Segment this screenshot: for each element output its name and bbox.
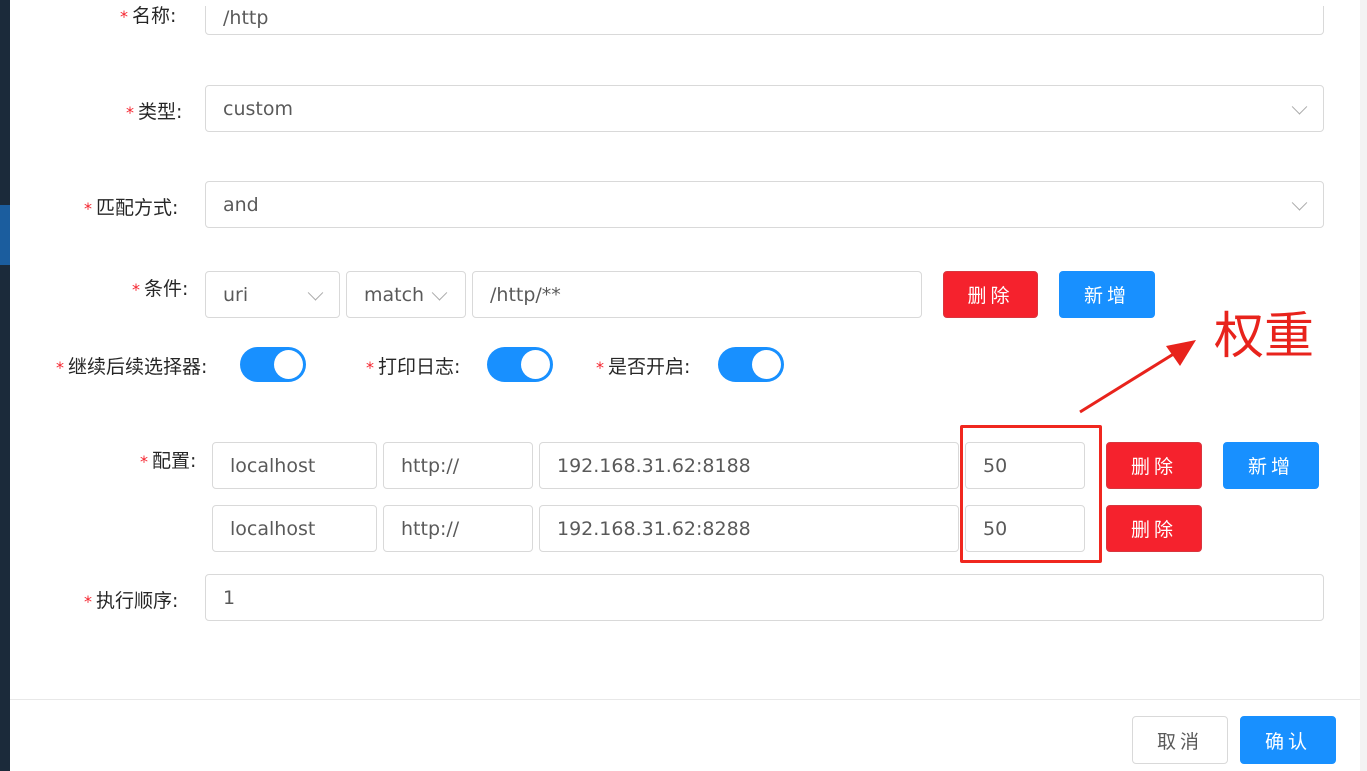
condition-value-text: /http/** — [490, 283, 561, 306]
background-table-edge — [1360, 0, 1367, 771]
match-mode-select-value: and — [223, 193, 259, 216]
config-host-value: localhost — [230, 454, 316, 477]
required-mark: * — [126, 103, 134, 122]
config-delete-label: 删除 — [1130, 519, 1177, 541]
log-switch[interactable] — [487, 347, 553, 382]
condition-add-button[interactable]: 新增 — [1059, 271, 1155, 318]
config-url-value: 192.168.31.62:8288 — [557, 517, 751, 540]
config-host-value: localhost — [230, 517, 316, 540]
chevron-down-icon — [431, 284, 448, 301]
continue-label-text: 继续后续选择器: — [68, 356, 208, 378]
continue-label: * 继续后续选择器: — [56, 352, 207, 379]
condition-value-input[interactable]: /http/** — [472, 271, 922, 318]
config-protocol-input[interactable]: http:// — [383, 442, 533, 489]
condition-add-label: 新增 — [1083, 285, 1130, 307]
background-sidebar — [0, 0, 10, 771]
condition-label-text: 条件: — [144, 278, 189, 300]
condition-param-type-value: uri — [223, 283, 249, 306]
config-add-label: 新增 — [1247, 456, 1294, 478]
condition-param-type-select[interactable]: uri — [205, 271, 340, 318]
name-label-text: 名称: — [132, 5, 177, 27]
order-input-value: 1 — [223, 586, 236, 609]
condition-operator-select[interactable]: match — [346, 271, 466, 318]
config-url-input[interactable]: 192.168.31.62:8188 — [539, 442, 959, 489]
order-label: * 执行顺序: — [84, 586, 178, 613]
weight-annotation: 权重 — [1214, 307, 1314, 365]
match-mode-label: * 匹配方式: — [84, 193, 178, 220]
config-label-text: 配置: — [152, 450, 197, 472]
required-mark: * — [56, 358, 64, 377]
required-mark: * — [132, 280, 140, 299]
enabled-label-text: 是否开启: — [608, 356, 691, 378]
required-mark: * — [596, 358, 604, 377]
type-label-text: 类型: — [138, 101, 183, 123]
modal-top-edge — [10, 0, 1360, 6]
background-sidebar-active-item — [0, 205, 10, 265]
enabled-label: * 是否开启: — [596, 352, 690, 379]
type-label: * 类型: — [126, 97, 182, 124]
config-host-input[interactable]: localhost — [212, 442, 377, 489]
name-input-value: /http — [223, 6, 269, 29]
order-label-text: 执行顺序: — [96, 590, 179, 612]
switch-knob — [752, 350, 781, 379]
condition-delete-button[interactable]: 删除 — [943, 271, 1038, 318]
match-mode-select[interactable]: and — [205, 181, 1324, 228]
config-url-value: 192.168.31.62:8188 — [557, 454, 751, 477]
switch-knob — [521, 350, 550, 379]
required-mark: * — [84, 199, 92, 218]
confirm-label: 确认 — [1264, 730, 1311, 753]
config-delete-button[interactable]: 删除 — [1106, 442, 1202, 489]
required-mark: * — [366, 358, 374, 377]
config-protocol-value: http:// — [401, 517, 460, 540]
chevron-down-icon — [1291, 98, 1308, 115]
log-label: * 打印日志: — [366, 352, 460, 379]
cancel-label: 取消 — [1156, 730, 1203, 753]
log-label-text: 打印日志: — [378, 356, 461, 378]
weight-highlight-box — [960, 425, 1102, 563]
continue-switch[interactable] — [240, 347, 306, 382]
condition-label: * 条件: — [132, 274, 188, 301]
order-input[interactable]: 1 — [205, 574, 1324, 621]
match-mode-label-text: 匹配方式: — [96, 197, 179, 219]
chevron-down-icon — [307, 284, 324, 301]
enabled-switch[interactable] — [718, 347, 784, 382]
condition-operator-value: match — [364, 283, 425, 306]
confirm-button[interactable]: 确认 — [1240, 716, 1336, 764]
config-label: * 配置: — [140, 446, 196, 473]
required-mark: * — [84, 592, 92, 611]
config-add-button[interactable]: 新增 — [1223, 442, 1319, 489]
switch-knob — [274, 350, 303, 379]
config-protocol-value: http:// — [401, 454, 460, 477]
config-delete-label: 删除 — [1130, 456, 1177, 478]
type-select[interactable]: custom — [205, 85, 1324, 132]
config-host-input[interactable]: localhost — [212, 505, 377, 552]
chevron-down-icon — [1291, 194, 1308, 211]
condition-delete-label: 删除 — [967, 285, 1014, 307]
config-protocol-input[interactable]: http:// — [383, 505, 533, 552]
config-delete-button[interactable]: 删除 — [1106, 505, 1202, 552]
type-select-value: custom — [223, 97, 293, 120]
cancel-button[interactable]: 取消 — [1132, 716, 1228, 764]
required-mark: * — [140, 452, 148, 471]
required-mark: * — [120, 7, 128, 26]
annotation-arrow-icon — [1079, 340, 1196, 414]
footer-divider — [10, 699, 1360, 700]
config-url-input[interactable]: 192.168.31.62:8288 — [539, 505, 959, 552]
